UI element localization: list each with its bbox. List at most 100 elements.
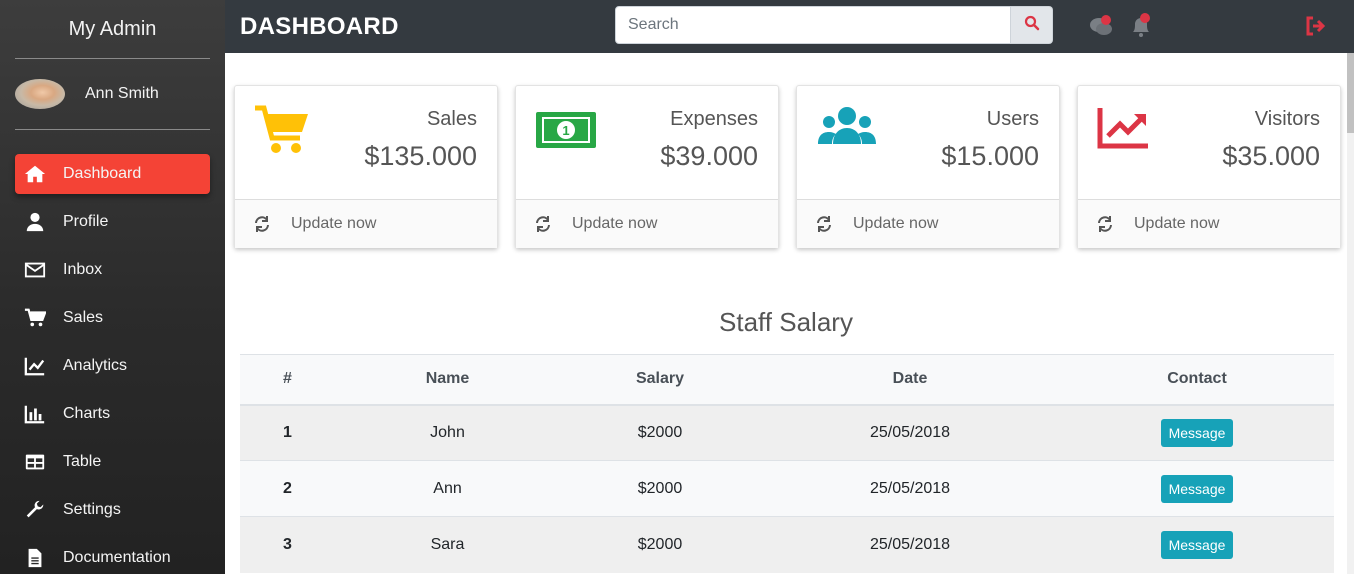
topbar: DASHBOARD (225, 0, 1354, 53)
line-chart-icon (23, 354, 47, 378)
card-label: Expenses (670, 108, 758, 130)
search-icon (1024, 15, 1040, 36)
sidebar-item-label: Dashboard (63, 165, 142, 182)
envelope-icon (23, 258, 47, 282)
sidebar-item-label: Analytics (63, 357, 128, 374)
refresh-icon (255, 216, 269, 232)
card-label: Visitors (1254, 108, 1320, 130)
search-button[interactable] (1011, 6, 1053, 44)
user-name: Ann Smith (85, 85, 159, 102)
sign-out-icon (1302, 16, 1330, 44)
update-now-link[interactable]: Update now (1078, 200, 1340, 248)
sidebar-item-inbox[interactable]: Inbox (15, 250, 210, 290)
update-now-link[interactable]: Update now (797, 200, 1059, 248)
salary-table: # Name Salary Date Contact 1 John $2000 … (240, 354, 1334, 573)
logout-button[interactable] (1302, 12, 1330, 40)
brand-title: My Admin (68, 18, 157, 40)
card-label: Sales (426, 108, 477, 130)
sidebar-item-documentation[interactable]: Documentation (15, 538, 210, 574)
sidebar-item-charts[interactable]: Charts (15, 394, 210, 434)
message-button[interactable]: Message (1160, 418, 1234, 447)
sidebar-item-label: Charts (63, 405, 111, 422)
cart-icon (253, 104, 317, 156)
stat-card-visitors: Visitors $35.000 Update now (1077, 85, 1341, 248)
card-value: $35.000 (1222, 141, 1320, 171)
update-now-link[interactable]: Update now (235, 200, 497, 248)
column-header: Name (335, 354, 560, 406)
svg-text:1: 1 (562, 123, 569, 138)
cart-icon (23, 306, 47, 330)
row-salary: $2000 (560, 404, 760, 461)
messages-button[interactable] (1087, 12, 1115, 40)
sidebar-item-dashboard[interactable]: Dashboard (15, 154, 210, 194)
sidebar-item-label: Settings (63, 501, 121, 518)
users-icon (815, 104, 879, 156)
row-date: 25/05/2018 (760, 404, 1060, 461)
message-button[interactable]: Message (1160, 530, 1234, 559)
divider (15, 129, 210, 130)
sidebar-item-table[interactable]: Table (15, 442, 210, 482)
stat-card-expenses: 1 Expenses $39.000 Update now (515, 85, 779, 248)
money-bill-icon: 1 (534, 104, 598, 156)
card-value: $135.000 (364, 141, 477, 171)
card-footer-label: Update now (572, 215, 658, 232)
row-name: Ann (335, 460, 560, 517)
row-number: 1 (240, 404, 335, 461)
home-icon (23, 162, 47, 186)
table-row: 2 Ann $2000 25/05/2018 Message (240, 460, 1334, 517)
file-icon (23, 546, 47, 570)
scrollbar-thumb[interactable] (1347, 53, 1354, 133)
wrench-icon (23, 498, 47, 522)
row-salary: $2000 (560, 460, 760, 517)
row-contact: Message (1060, 404, 1334, 461)
avatar (15, 79, 65, 109)
row-name: John (335, 404, 560, 461)
stat-card-sales: Sales $135.000 Update now (234, 85, 498, 248)
user-profile[interactable]: Ann Smith (0, 59, 225, 129)
sidebar-item-label: Sales (63, 309, 104, 326)
row-date: 25/05/2018 (760, 460, 1060, 517)
update-now-link[interactable]: Update now (516, 200, 778, 248)
user-icon (23, 210, 47, 234)
sidebar: My Admin Ann Smith Dashboard Profile Inb… (0, 0, 225, 574)
card-label: Users (986, 108, 1039, 130)
table-icon (23, 450, 47, 474)
sidebar-item-profile[interactable]: Profile (15, 202, 210, 242)
card-value: $15.000 (941, 141, 1039, 171)
section-title: Staff Salary (719, 307, 853, 337)
card-footer-label: Update now (291, 215, 377, 232)
refresh-icon (536, 216, 550, 232)
sidebar-item-label: Profile (63, 213, 109, 230)
notifications-button[interactable] (1127, 12, 1155, 40)
sidebar-item-label: Inbox (63, 261, 103, 278)
row-contact: Message (1060, 516, 1334, 573)
table-row: 1 John $2000 25/05/2018 Message (240, 404, 1334, 461)
table-header-row: # Name Salary Date Contact (240, 354, 1334, 406)
refresh-icon (1098, 216, 1112, 232)
card-value: $39.000 (660, 141, 758, 171)
sidebar-item-settings[interactable]: Settings (15, 490, 210, 530)
main-content: Sales $135.000 Update now 1 Expenses $39… (225, 53, 1347, 574)
stat-card-users: Users $15.000 Update now (796, 85, 1060, 248)
sidebar-item-label: Documentation (63, 549, 171, 566)
row-salary: $2000 (560, 516, 760, 573)
search-input[interactable] (615, 6, 1011, 44)
column-header: Date (760, 354, 1060, 406)
message-button[interactable]: Message (1160, 474, 1234, 503)
row-date: 25/05/2018 (760, 516, 1060, 573)
page-title: DASHBOARD (240, 12, 399, 40)
sidebar-item-sales[interactable]: Sales (15, 298, 210, 338)
sidebar-item-label: Table (63, 453, 102, 470)
sidebar-item-analytics[interactable]: Analytics (15, 346, 210, 386)
card-footer-label: Update now (1134, 215, 1220, 232)
column-header: Contact (1060, 354, 1334, 406)
sidebar-nav: Dashboard Profile Inbox Sales Analytics (0, 154, 225, 574)
row-name: Sara (335, 516, 560, 573)
table-row: 3 Sara $2000 25/05/2018 Message (240, 516, 1334, 573)
row-contact: Message (1060, 460, 1334, 517)
row-number: 3 (240, 516, 335, 573)
bar-chart-icon (23, 402, 47, 426)
comments-icon (1087, 15, 1115, 44)
refresh-icon (817, 216, 831, 232)
bell-icon (1127, 13, 1155, 44)
